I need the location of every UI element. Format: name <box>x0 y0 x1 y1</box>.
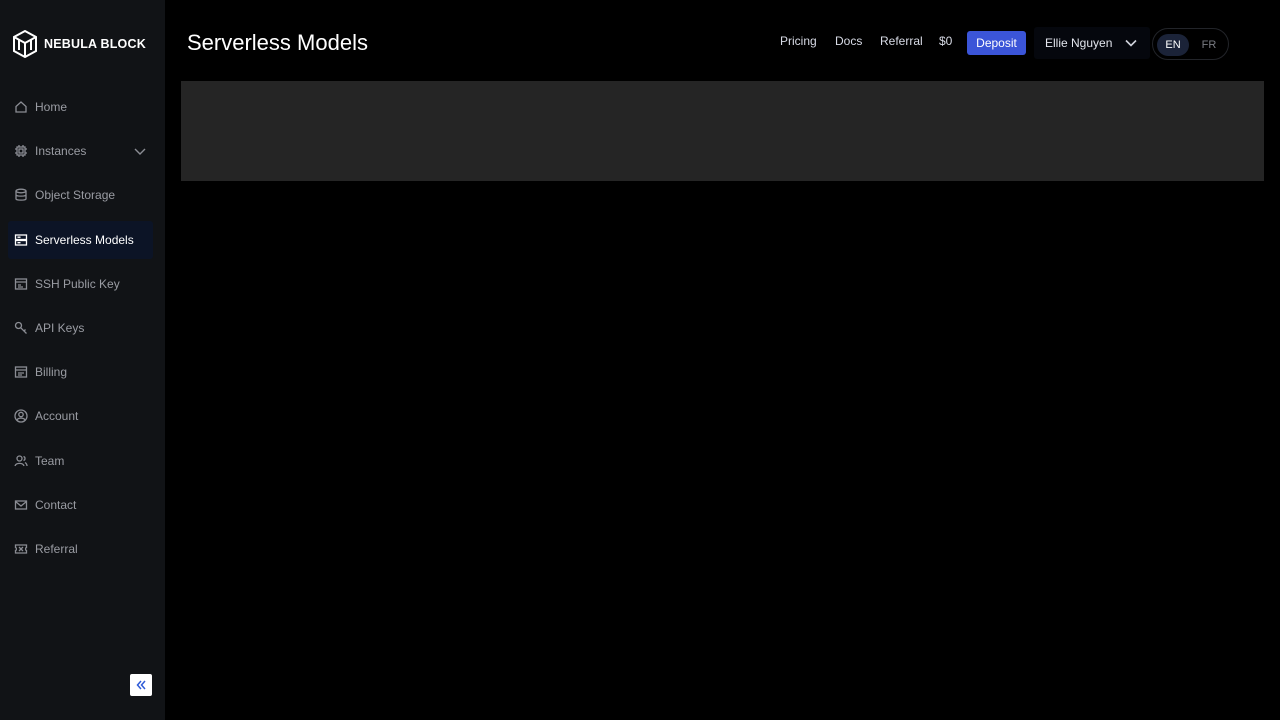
server-icon <box>13 233 28 248</box>
sidebar: NEBULA BLOCK Home Instances Object Stora… <box>0 0 165 720</box>
team-icon <box>13 454 28 469</box>
sidebar-item-label: Contact <box>35 498 77 512</box>
language-option-fr[interactable]: FR <box>1193 34 1225 56</box>
sidebar-item-contact[interactable]: Contact <box>8 486 153 524</box>
sidebar-item-team[interactable]: Team <box>8 442 153 480</box>
sidebar-item-label: Serverless Models <box>35 233 134 247</box>
database-icon <box>13 188 28 203</box>
balance-display[interactable]: $0 <box>939 34 952 48</box>
deposit-button[interactable]: Deposit <box>967 31 1026 55</box>
chip-icon <box>13 144 28 159</box>
logo-cube-icon <box>13 30 37 58</box>
language-switcher: EN FR <box>1152 28 1229 60</box>
sidebar-item-instances[interactable]: Instances <box>8 132 153 170</box>
chevron-down-icon <box>1124 36 1138 50</box>
page-title: Serverless Models <box>187 30 368 55</box>
chevron-down-icon[interactable] <box>133 144 147 158</box>
sidebar-item-label: Account <box>35 409 79 423</box>
sidebar-item-account[interactable]: Account <box>8 397 153 435</box>
sidebar-item-label: Instances <box>35 144 87 158</box>
sidebar-item-label: Billing <box>35 365 68 379</box>
sidebar-item-referral[interactable]: Referral <box>8 530 153 568</box>
account-icon <box>13 409 28 424</box>
ssh-key-icon <box>13 277 28 292</box>
models-panel <box>181 81 1264 181</box>
collapse-sidebar-button[interactable] <box>130 674 152 696</box>
sidebar-item-home[interactable]: Home <box>8 88 153 126</box>
sidebar-item-ssh-public-key[interactable]: SSH Public Key <box>8 265 153 303</box>
referral-link[interactable]: Referral <box>880 34 923 48</box>
ticket-icon <box>13 542 28 557</box>
sidebar-item-label: Object Storage <box>35 188 116 202</box>
chevrons-left-icon <box>136 680 146 690</box>
brand-logo[interactable]: NEBULA BLOCK <box>12 30 146 58</box>
language-option-en[interactable]: EN <box>1157 34 1189 56</box>
home-icon <box>13 100 28 115</box>
user-menu[interactable]: Ellie Nguyen <box>1034 27 1150 59</box>
billing-icon <box>13 365 28 380</box>
pricing-link[interactable]: Pricing <box>780 34 817 48</box>
brand-name: NEBULA BLOCK <box>44 37 146 51</box>
docs-link[interactable]: Docs <box>835 34 862 48</box>
sidebar-item-serverless-models[interactable]: Serverless Models <box>8 221 153 259</box>
sidebar-item-label: Referral <box>35 542 78 556</box>
sidebar-item-object-storage[interactable]: Object Storage <box>8 176 153 214</box>
sidebar-item-label: SSH Public Key <box>35 277 120 291</box>
sidebar-item-label: Home <box>35 100 68 114</box>
key-icon <box>13 321 28 336</box>
sidebar-item-billing[interactable]: Billing <box>8 353 153 391</box>
user-name: Ellie Nguyen <box>1045 36 1113 50</box>
mail-icon <box>13 498 28 513</box>
sidebar-item-label: API Keys <box>35 321 85 335</box>
sidebar-item-api-keys[interactable]: API Keys <box>8 309 153 347</box>
sidebar-item-label: Team <box>35 454 65 468</box>
